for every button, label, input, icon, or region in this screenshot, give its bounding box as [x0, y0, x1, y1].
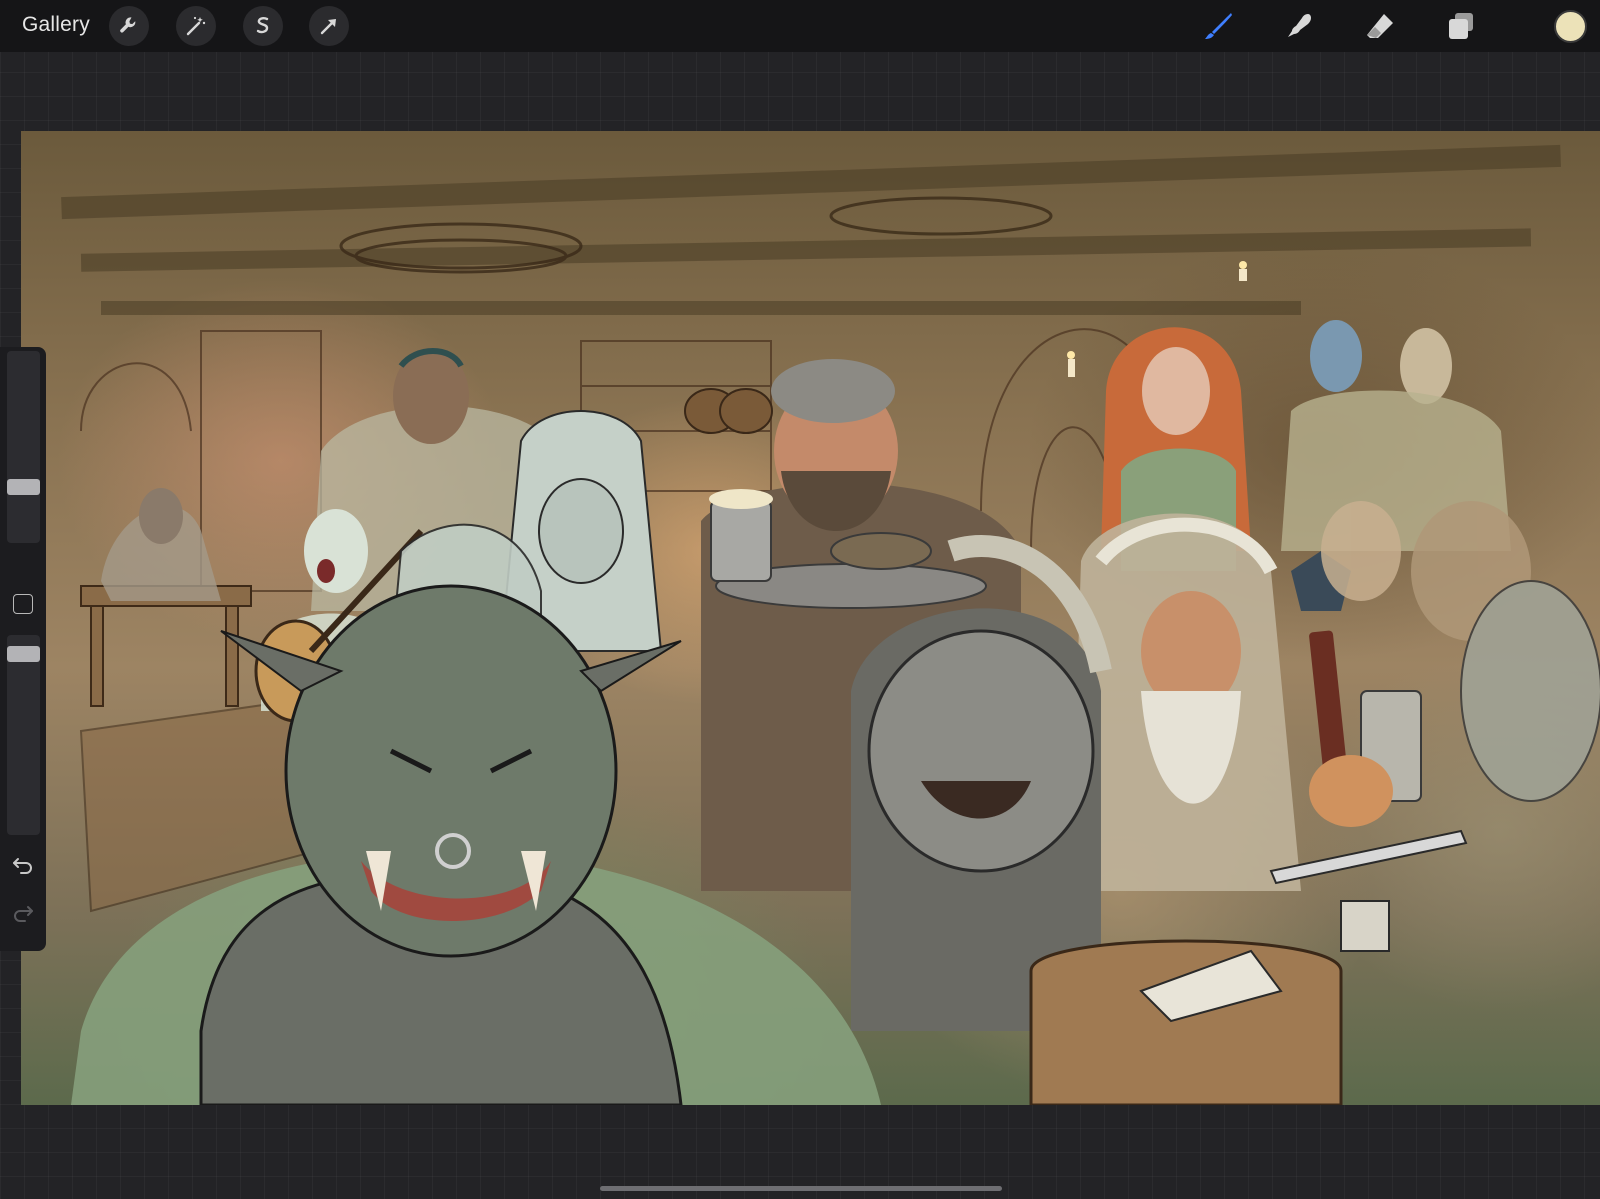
gallery-button[interactable]: Gallery [22, 13, 90, 37]
brush-size-thumb[interactable] [7, 479, 40, 496]
selection-icon [256, 17, 269, 34]
tavern-artwork [61, 144, 1600, 1105]
home-indicator [600, 1186, 1002, 1191]
top-toolbar: Gallery [0, 0, 1600, 52]
undo-icon [13, 858, 32, 874]
transform-button[interactable] [309, 6, 349, 46]
layers-button[interactable] [1443, 8, 1479, 44]
brush-opacity-thumb[interactable] [7, 646, 40, 663]
brush-tool-button[interactable] [1201, 8, 1237, 44]
brush-opacity-slider[interactable] [7, 635, 40, 835]
wrench-icon [120, 17, 136, 33]
transform-arrow-icon [320, 19, 336, 35]
undo-button[interactable] [10, 851, 36, 877]
selection-button[interactable] [243, 6, 283, 46]
smudge-tool-button[interactable] [1282, 8, 1318, 44]
eraser-tool-button[interactable] [1362, 8, 1398, 44]
redo-icon [14, 906, 33, 922]
redo-button[interactable] [10, 899, 36, 925]
actions-button[interactable] [109, 6, 149, 46]
wizard-figure [1071, 513, 1301, 891]
color-picker-swatch[interactable] [1554, 10, 1587, 43]
adjustments-button[interactable] [176, 6, 216, 46]
brush-icon [1205, 13, 1232, 39]
magic-wand-icon [186, 16, 206, 36]
ceiling-beams [61, 144, 1561, 315]
layers-icon [1449, 13, 1473, 39]
eraser-icon [1367, 14, 1393, 38]
smudge-icon [1288, 14, 1311, 37]
shelf-barrels [684, 388, 773, 434]
drawing-canvas[interactable] [21, 131, 1600, 1105]
hooded-figure [101, 488, 221, 601]
brush-size-slider[interactable] [7, 351, 40, 543]
left-sidebar [0, 347, 46, 951]
modify-button[interactable] [13, 594, 33, 614]
